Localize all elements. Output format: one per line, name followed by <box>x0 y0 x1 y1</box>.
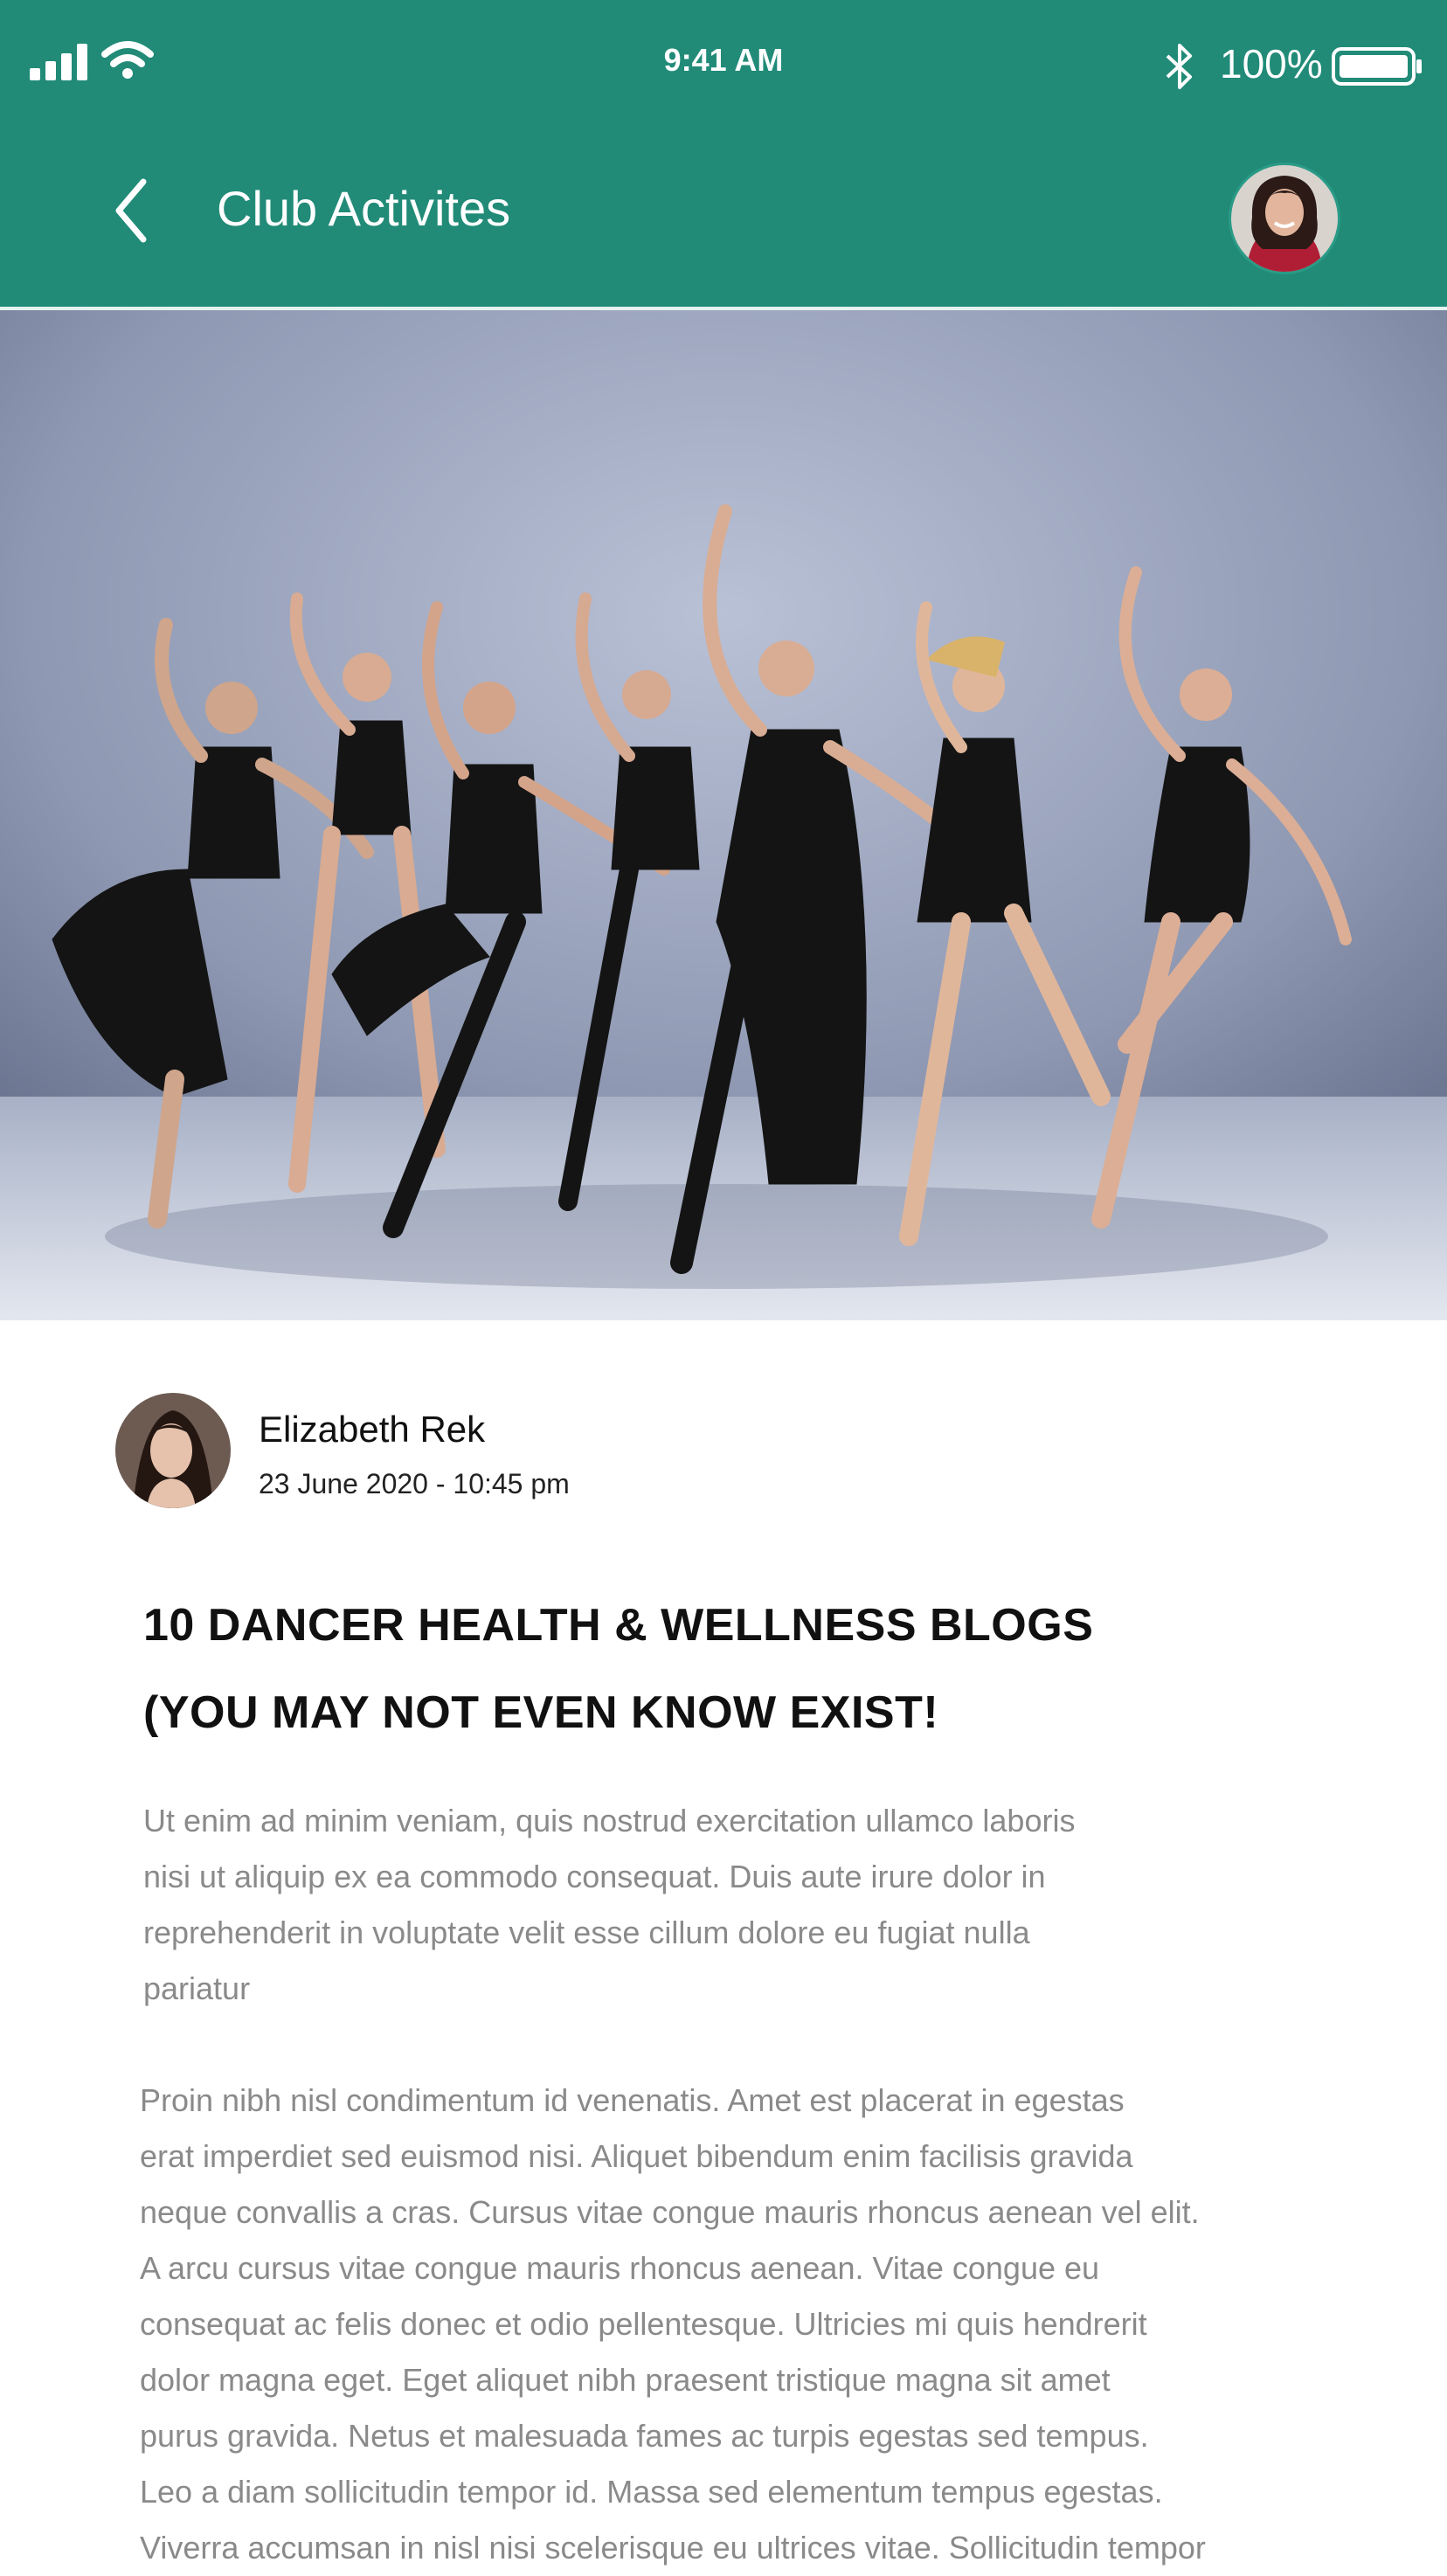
battery-icon <box>1332 47 1422 86</box>
headline-line: 10 DANCER HEALTH & WELLNESS BLOGS <box>143 1600 1094 1651</box>
page-title: Club Activites <box>217 181 511 236</box>
status-bar: 9:41 AM 100% <box>0 0 1447 131</box>
paragraph-line: nisi ut aliquip ex ea commodo consequat.… <box>143 1859 1046 1894</box>
profile-avatar[interactable] <box>1229 163 1340 274</box>
headline-line: (YOU MAY NOT EVEN KNOW EXIST! <box>143 1687 939 1738</box>
avatar-image <box>1231 165 1338 272</box>
paragraph-line: Viverra accumsan in nisl nisi scelerisqu… <box>140 2530 1206 2566</box>
article-paragraph-1: Ut enim ad minim veniam, quis nostrud ex… <box>143 1793 1075 2017</box>
author-name[interactable]: Elizabeth Rek <box>259 1409 485 1451</box>
paragraph-line: dolor magna eget. Eget aliquet nibh prae… <box>140 2362 1111 2398</box>
paragraph-line: A arcu cursus vitae congue mauris rhoncu… <box>140 2250 1100 2286</box>
paragraph-line: Ut enim ad minim veniam, quis nostrud ex… <box>143 1803 1076 1839</box>
hero-image <box>0 310 1447 1320</box>
paragraph-line: consequat ac felis donec et odio pellent… <box>140 2306 1147 2342</box>
dancers-photo <box>0 310 1447 1320</box>
paragraph-line: reprehenderit in voluptate velit esse ci… <box>143 1915 1030 1950</box>
article-paragraph-2: Proin nibh nisl condimentum id venenatis… <box>140 2073 1206 2576</box>
back-button[interactable] <box>105 171 161 250</box>
paragraph-line: purus gravida. Netus et malesuada fames … <box>140 2418 1149 2454</box>
author-avatar-image <box>115 1393 231 1508</box>
author-avatar[interactable] <box>115 1393 231 1508</box>
paragraph-line: pariatur <box>143 1970 251 2006</box>
post-date: 23 June 2020 - 10:45 pm <box>259 1468 570 1499</box>
paragraph-line: erat imperdiet sed euismod nisi. Aliquet… <box>140 2138 1133 2174</box>
paragraph-line: Leo a diam sollicitudin tempor id. Massa… <box>140 2474 1163 2510</box>
paragraph-line: Proin nibh nisl condimentum id venenatis… <box>140 2082 1125 2118</box>
article-headline: 10 DANCER HEALTH & WELLNESS BLOGS (YOU M… <box>143 1582 1332 1756</box>
paragraph-line: neque convallis a cras. Cursus vitae con… <box>140 2194 1200 2230</box>
chevron-left-icon <box>115 178 147 243</box>
battery-percent: 100% <box>1220 41 1323 87</box>
bluetooth-icon <box>1166 44 1192 89</box>
